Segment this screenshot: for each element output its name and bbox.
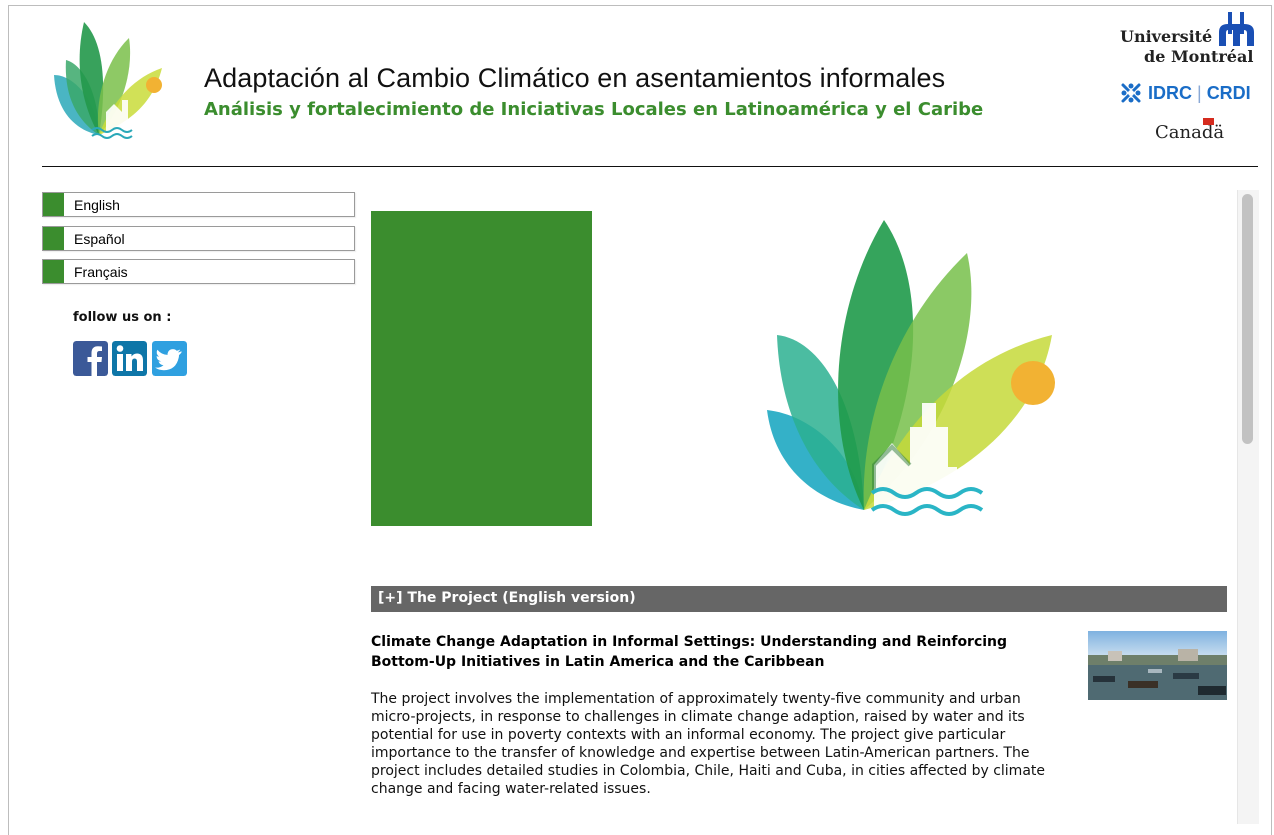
facebook-icon[interactable] <box>73 341 108 376</box>
lang-marker <box>43 260 64 283</box>
page-subtitle: Análisis y fortalecimiento de Iniciativa… <box>204 99 984 120</box>
udem-line2: de Montréal <box>1144 47 1254 66</box>
lang-marker <box>43 227 64 250</box>
lang-espanol-button[interactable]: Español <box>42 226 355 251</box>
udem-line1: Université <box>1120 27 1213 46</box>
site-logo-icon <box>54 22 162 139</box>
harbor-photo[interactable] <box>1088 631 1227 700</box>
idrc-snowflake-icon <box>1121 83 1141 103</box>
scrollbar-thumb[interactable] <box>1242 194 1253 444</box>
project-section-toggle[interactable]: [+] The Project (English version) <box>371 586 1227 612</box>
lang-francais-label: Français <box>74 264 128 280</box>
lang-espanol-label: Español <box>74 231 125 247</box>
project-description: The project involves the implementation … <box>371 691 1045 797</box>
project-section-toggle-label: [+] The Project (English version) <box>378 590 636 606</box>
linkedin-icon[interactable] <box>112 341 147 376</box>
lang-marker <box>43 193 64 216</box>
follow-us-label: follow us on : <box>73 310 172 325</box>
idrc-separator: | <box>1197 83 1202 103</box>
lang-francais-button[interactable]: Français <box>42 259 355 284</box>
header-divider <box>42 166 1258 167</box>
lang-english-label: English <box>74 197 120 213</box>
twitter-icon[interactable] <box>152 341 187 376</box>
canada-wordmark[interactable]: Canadä <box>1155 122 1224 143</box>
project-title: Climate Change Adaptation in Informal Se… <box>371 634 1008 670</box>
project-logo-icon <box>767 220 1055 516</box>
udem-emblem-icon <box>1219 12 1254 46</box>
idrc-label: IDRC <box>1148 83 1192 103</box>
canada-flag-icon <box>1203 118 1214 125</box>
lang-english-button[interactable]: English <box>42 192 355 217</box>
green-banner-block <box>371 211 592 526</box>
idrc-crdi-logo[interactable]: IDRC | CRDI <box>1120 82 1260 106</box>
crdi-label: CRDI <box>1206 83 1251 103</box>
page-title: Adaptación al Cambio Climático en asenta… <box>204 63 946 93</box>
universite-de-montreal-logo[interactable]: Université de Montréal <box>1118 12 1260 68</box>
